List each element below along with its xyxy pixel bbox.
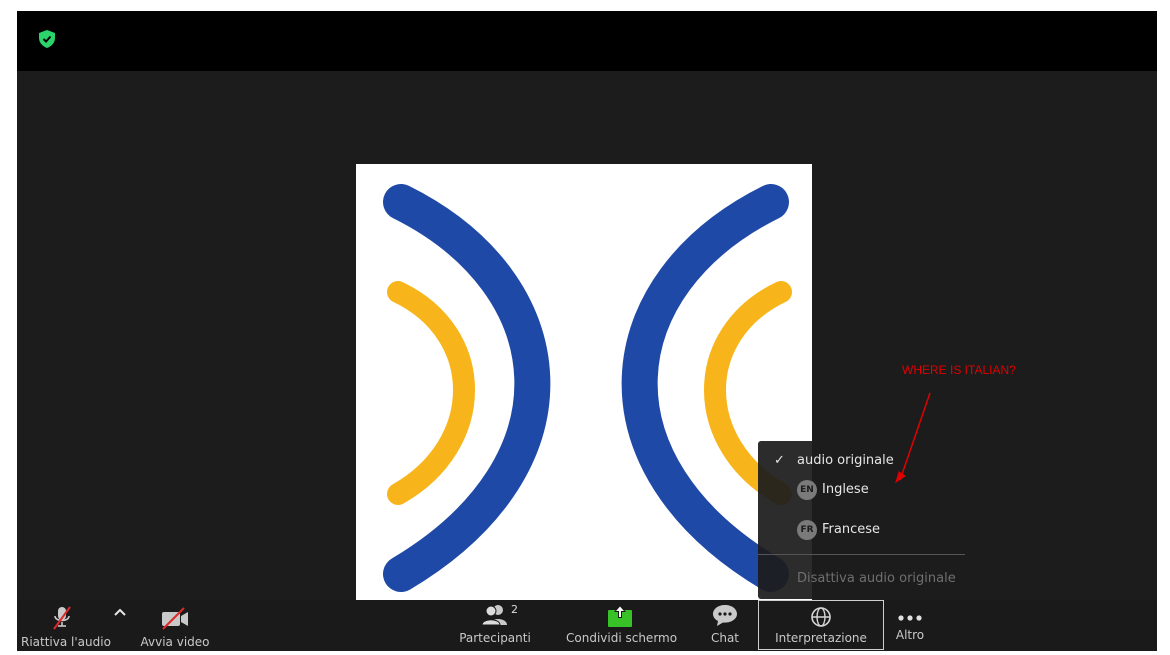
shield-check-icon[interactable] [39,30,55,48]
share-screen-icon [608,605,632,627]
chat-button[interactable]: Chat [707,603,743,645]
logo-image [383,184,792,592]
shared-content-logo [356,164,812,600]
globe-icon [811,607,831,627]
language-code-badge: EN [797,480,817,500]
participants-count: 2 [511,603,518,616]
chevron-up-icon[interactable] [113,606,127,618]
menu-item-label: audio originale [797,453,894,468]
interpretation-menu: ✓ audio originale EN Inglese FR Francese… [758,441,965,599]
unmute-label: Riattiva l'audio [21,635,111,649]
more-dots-icon [898,615,922,621]
menu-divider [758,554,965,555]
start-video-button[interactable]: Avvia video [140,605,210,649]
video-off-icon [162,607,188,630]
menu-item-original-audio[interactable]: ✓ audio originale [758,449,965,473]
start-video-label: Avvia video [140,635,210,649]
more-button[interactable]: Altro [893,610,927,642]
chat-label: Chat [710,631,740,645]
participants-icon [481,605,507,626]
menu-item-language-fr[interactable]: FR Francese [758,518,965,542]
interpretation-button[interactable]: Interpretazione [758,600,884,650]
share-screen-label: Condividi schermo [566,631,678,645]
participants-button[interactable]: Partecipanti 2 [457,603,533,645]
menu-item-label: Francese [822,522,880,537]
annotation-text: WHERE IS ITALIAN? [902,363,1016,377]
menu-item-label: Disattiva audio originale [797,571,956,586]
menu-item-language-en[interactable]: EN Inglese [758,478,965,502]
top-bar [17,11,1157,71]
participants-label: Partecipanti [459,631,531,645]
share-screen-button[interactable]: Condividi schermo [566,603,678,645]
language-code-badge: FR [797,520,817,540]
unmute-button[interactable]: Riattiva l'audio [21,605,111,649]
meeting-window: ✓ audio originale EN Inglese FR Francese… [17,11,1157,651]
menu-item-mute-original[interactable]: Disattiva audio originale [758,567,965,591]
mic-muted-icon [53,606,71,630]
meeting-toolbar: Riattiva l'audio Avvia video Partecipant… [17,600,1157,651]
more-label: Altro [895,628,925,642]
interpretation-label: Interpretazione [775,631,867,645]
menu-item-label: Inglese [822,482,869,497]
chat-bubble-icon [713,605,737,626]
check-icon: ✓ [774,453,785,468]
